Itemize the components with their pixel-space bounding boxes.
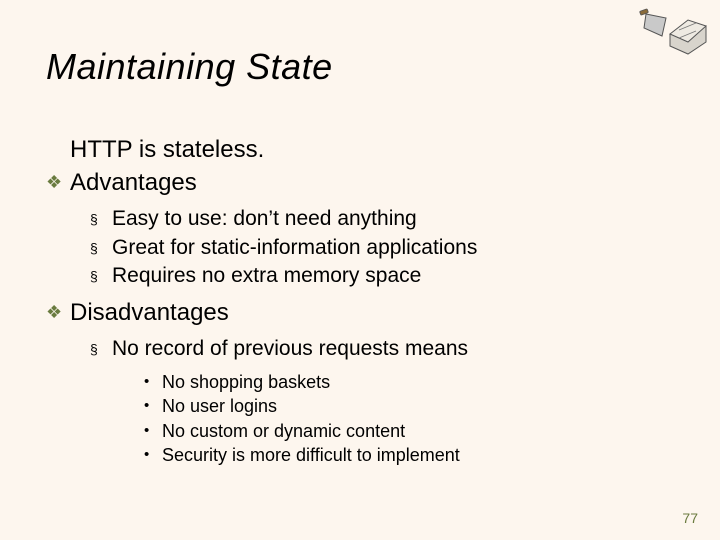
disadvantage-lead-text: No record of previous requests means (112, 336, 468, 362)
disadvantage-item: • No custom or dynamic content (46, 420, 656, 443)
intro-line: ❖ HTTP is stateless. (46, 134, 656, 165)
advantage-text: Requires no extra memory space (112, 263, 421, 289)
dot-bullet-icon: • (144, 395, 162, 418)
diamond-bullet-icon: ❖ (46, 297, 70, 328)
disadvantage-text: No custom or dynamic content (162, 420, 405, 443)
advantage-text: Great for static-information application… (112, 235, 477, 261)
slide: Maintaining State ❖ HTTP is stateless. ❖… (0, 0, 720, 540)
section-bullet-icon: § (90, 235, 112, 261)
intro-text: HTTP is stateless. (70, 134, 264, 165)
heading-text: Advantages (70, 167, 197, 198)
advantage-text: Easy to use: don’t need anything (112, 206, 417, 232)
disadvantage-text: No user logins (162, 395, 277, 418)
advantage-item: § Easy to use: don’t need anything (46, 206, 656, 232)
disadvantage-item: • Security is more difficult to implemen… (46, 444, 656, 467)
section-bullet-icon: § (90, 263, 112, 289)
heading-text: Disadvantages (70, 297, 229, 328)
diamond-bullet-icon: ❖ (46, 167, 70, 198)
advantage-item: § Great for static-information applicati… (46, 235, 656, 261)
disadvantages-heading: ❖ Disadvantages (46, 297, 656, 328)
trowel-brick-icon (636, 8, 708, 66)
section-bullet-icon: § (90, 336, 112, 362)
disadvantage-text: Security is more difficult to implement (162, 444, 460, 467)
section-bullet-icon: § (90, 206, 112, 232)
advantage-item: § Requires no extra memory space (46, 263, 656, 289)
disadvantage-text: No shopping baskets (162, 371, 330, 394)
slide-title: Maintaining State (46, 46, 333, 88)
disadvantage-item: • No shopping baskets (46, 371, 656, 394)
page-number: 77 (682, 510, 698, 526)
disadvantage-item: • No user logins (46, 395, 656, 418)
slide-body: ❖ HTTP is stateless. ❖ Advantages § Easy… (46, 134, 656, 469)
dot-bullet-icon: • (144, 420, 162, 443)
dot-bullet-icon: • (144, 444, 162, 467)
disadvantage-lead: § No record of previous requests means (46, 336, 656, 362)
advantages-heading: ❖ Advantages (46, 167, 656, 198)
dot-bullet-icon: • (144, 371, 162, 394)
